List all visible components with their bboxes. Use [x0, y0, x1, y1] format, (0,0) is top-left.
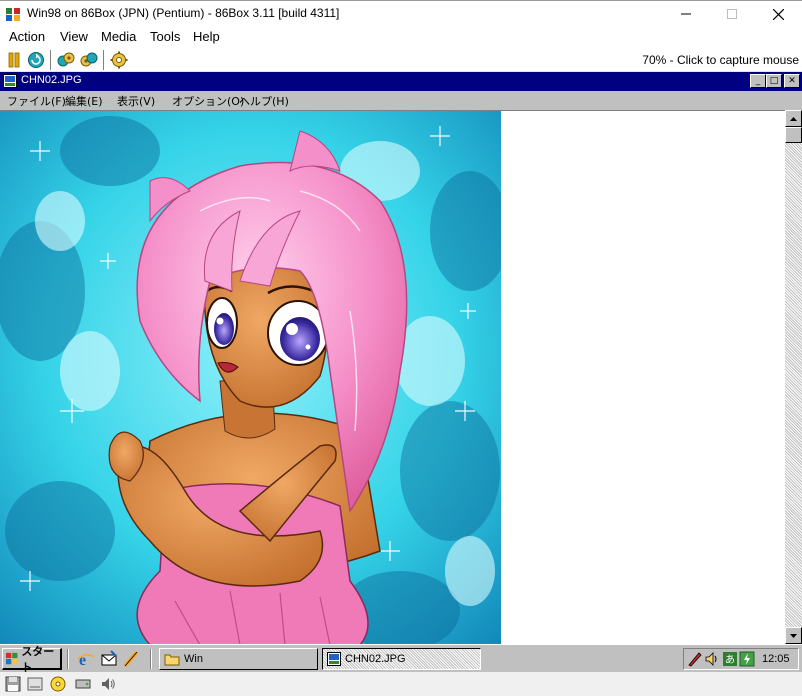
scroll-thumb[interactable] [785, 127, 802, 143]
close-icon [772, 8, 784, 20]
host-menubar: Action View Media Tools Help [0, 26, 802, 48]
menu-help[interactable]: Help [193, 29, 220, 44]
arrow-up-icon [790, 116, 797, 121]
toolbar-separator [50, 50, 52, 70]
viewer-minimize-button[interactable]: _ [750, 74, 766, 88]
pen-icon[interactable] [687, 651, 703, 667]
task-label: CHN02.JPG [345, 653, 406, 665]
arrow-down-icon [790, 633, 797, 638]
viewer-menu-help[interactable]: ヘルプ(H) [239, 93, 289, 109]
ctrl-alt-del-icon[interactable] [57, 51, 75, 69]
maximize-button[interactable] [709, 1, 755, 27]
task-chn02[interactable]: CHN02.JPG [322, 648, 481, 670]
image-viewer-icon [327, 652, 341, 666]
task-win-folder[interactable]: Win [159, 648, 318, 670]
outlook-express-icon[interactable] [100, 650, 118, 668]
menu-media[interactable]: Media [101, 29, 136, 44]
capture-status-text[interactable]: 70% - Click to capture mouse [642, 53, 799, 67]
task-label: Win [184, 653, 203, 665]
emulator-screen[interactable]: CHN02.JPG _ □ ✕ ファイル(F) 編集(E) 表示(V) オプショ… [0, 72, 802, 696]
viewer-menu-view[interactable]: 表示(V) [117, 93, 155, 109]
minimize-icon [681, 13, 691, 15]
pause-icon[interactable] [5, 51, 23, 69]
disc-icon[interactable] [50, 676, 66, 692]
ctrl-alt-esc-icon[interactable] [80, 51, 98, 69]
taskbar-separator [67, 649, 69, 669]
taskbar-separator [150, 649, 152, 669]
scroll-up-button[interactable] [785, 110, 802, 127]
minimize-button[interactable] [663, 1, 709, 27]
image-canvas[interactable] [0, 110, 785, 645]
windows-logo-icon [6, 652, 18, 664]
system-tray: あ 12:05 [683, 648, 799, 670]
toolbar-separator [103, 50, 105, 70]
menu-tools[interactable]: Tools [150, 29, 180, 44]
internet-explorer-icon[interactable]: e [77, 650, 95, 668]
ime-icon[interactable]: あ [722, 651, 738, 667]
taskbar: スタート e Win CHN02.JPG あ 12:05 [0, 644, 802, 674]
clock[interactable]: 12:05 [762, 653, 790, 665]
power-icon[interactable] [739, 651, 755, 667]
maximize-icon [727, 9, 737, 19]
anime-girl-illustration [0, 111, 501, 645]
folder-icon [164, 654, 180, 666]
viewer-close-button[interactable]: ✕ [784, 74, 800, 88]
close-button[interactable] [755, 1, 801, 27]
viewer-menu-options[interactable]: オプション(O) [172, 93, 244, 109]
floppy-drive-icon[interactable] [5, 676, 21, 692]
volume-icon[interactable] [704, 651, 720, 667]
viewer-title: CHN02.JPG [21, 74, 82, 86]
viewer-menu-edit[interactable]: 編集(E) [65, 93, 103, 109]
image-viewer-icon [3, 74, 17, 88]
scroll-down-button[interactable] [785, 627, 802, 644]
host-titlebar: Win98 on 86Box (JPN) (Pentium) - 86Box 3… [0, 0, 802, 26]
sound-icon[interactable] [100, 676, 116, 692]
settings-icon[interactable] [110, 51, 128, 69]
cdrom-drive-icon[interactable] [27, 676, 43, 692]
viewer-menubar: ファイル(F) 編集(E) 表示(V) オプション(O) ヘルプ(H) [0, 91, 802, 110]
emulator-statusbar [0, 672, 802, 696]
vertical-scrollbar[interactable] [785, 110, 802, 644]
svg-text:あ: あ [725, 654, 735, 666]
window-title: Win98 on 86Box (JPN) (Pentium) - 86Box 3… [27, 6, 340, 20]
viewer-menu-file[interactable]: ファイル(F) [7, 93, 66, 109]
channels-icon[interactable] [122, 650, 140, 668]
menu-action[interactable]: Action [9, 29, 45, 44]
viewer-maximize-button[interactable]: □ [766, 74, 782, 88]
hard-disk-icon[interactable] [75, 676, 91, 692]
host-toolbar: 70% - Click to capture mouse [0, 48, 802, 72]
start-label: スタート [21, 644, 55, 674]
reset-icon[interactable] [27, 51, 45, 69]
menu-view[interactable]: View [60, 29, 88, 44]
start-button[interactable]: スタート [2, 645, 62, 674]
86box-app-icon [6, 8, 20, 21]
viewer-titlebar: CHN02.JPG _ □ ✕ [0, 72, 802, 91]
